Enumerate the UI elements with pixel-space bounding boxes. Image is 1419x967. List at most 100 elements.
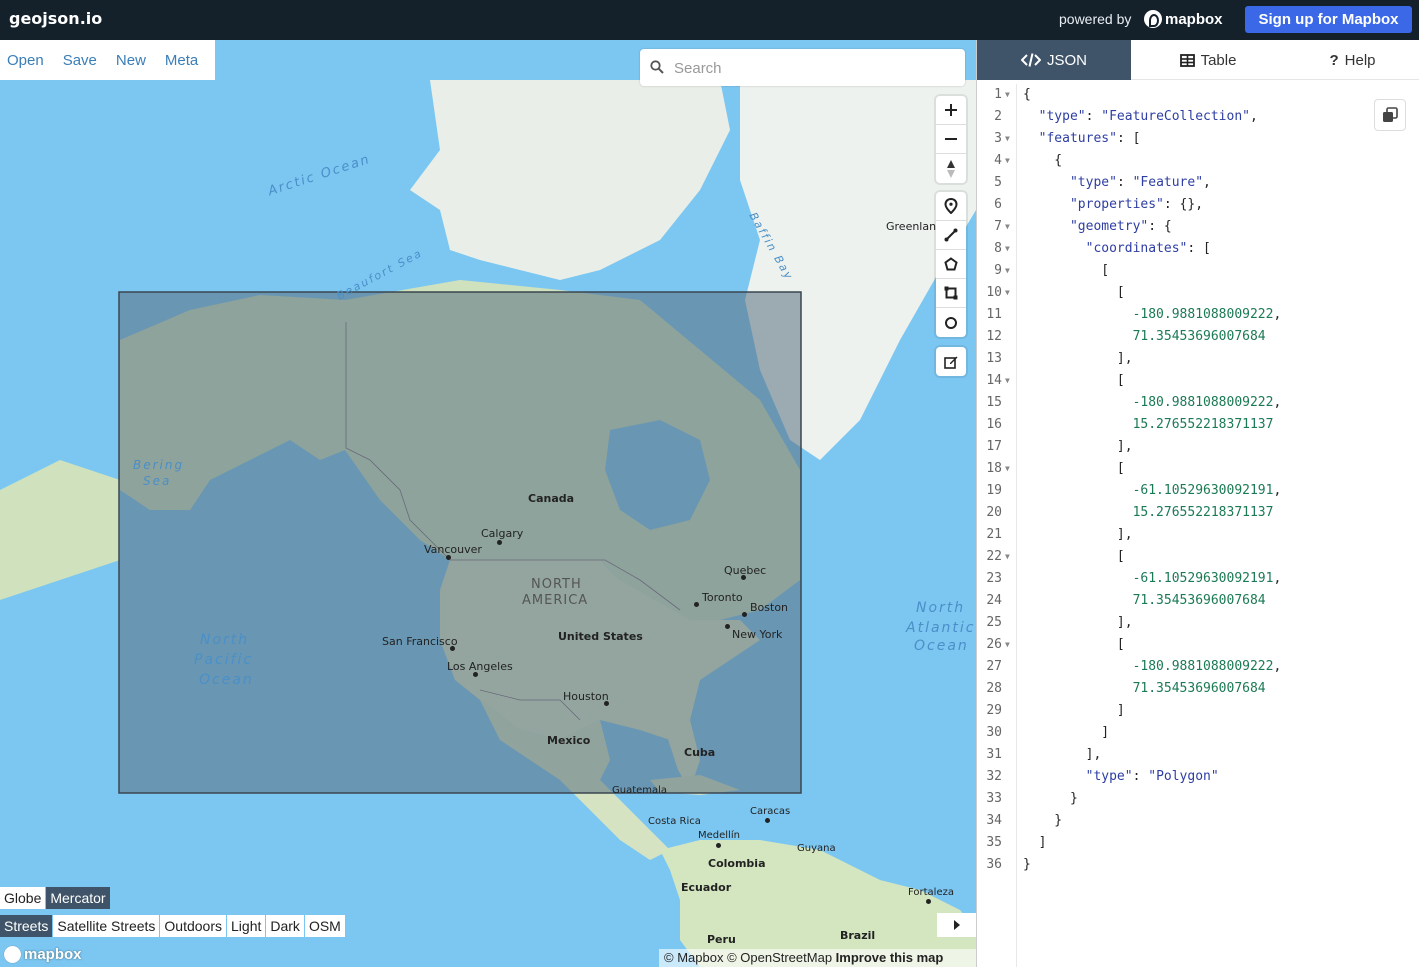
style-outdoors[interactable]: Outdoors: [160, 915, 227, 937]
style-satellite-streets[interactable]: Satellite Streets: [53, 915, 160, 937]
code-line[interactable]: 3 ▼ "features": [: [977, 128, 1419, 150]
menu-meta[interactable]: Meta: [165, 52, 198, 69]
menu-save[interactable]: Save: [63, 52, 97, 69]
code-line[interactable]: 26 ▼ [: [977, 634, 1419, 656]
dot-vancouver: [446, 555, 451, 560]
projection-globe[interactable]: Globe: [0, 887, 46, 909]
app-logo[interactable]: geojson.io: [9, 9, 102, 28]
fold-arrow-icon[interactable]: ▼: [1005, 282, 1010, 304]
code-text: }: [1023, 791, 1078, 806]
style-dark[interactable]: Dark: [266, 915, 304, 937]
code-line[interactable]: 23 -61.10529630092191,: [977, 568, 1419, 590]
code-text: "type": "Polygon": [1085, 769, 1219, 784]
fold-arrow-icon[interactable]: ▼: [1005, 546, 1010, 568]
collapse-panel-button[interactable]: [937, 913, 976, 937]
code-line[interactable]: 36}: [977, 854, 1419, 876]
code-line[interactable]: 33 }: [977, 788, 1419, 810]
code-line[interactable]: 12 71.35453696007684: [977, 326, 1419, 348]
code-line[interactable]: 27 -180.9881088009222,: [977, 656, 1419, 678]
attribution-mapbox[interactable]: © Mapbox: [664, 950, 723, 965]
code-line[interactable]: 21 ],: [977, 524, 1419, 546]
style-light[interactable]: Light: [227, 915, 266, 937]
code-line[interactable]: 15 -180.9881088009222,: [977, 392, 1419, 414]
fold-arrow-icon[interactable]: ▼: [1005, 634, 1010, 656]
code-line[interactable]: 35 ]: [977, 832, 1419, 854]
draw-marker-button[interactable]: [936, 192, 966, 221]
code-line[interactable]: 6 "properties": {},: [977, 194, 1419, 216]
code-text: -180.9881088009222,: [1132, 307, 1282, 322]
code-line[interactable]: 32 "type": "Polygon": [977, 766, 1419, 788]
dot-caracas: [765, 818, 770, 823]
tab-help[interactable]: ? Help: [1285, 40, 1419, 80]
line-number: 30: [986, 725, 1002, 740]
mapbox-brand-link[interactable]: mapbox: [1144, 10, 1223, 28]
code-line[interactable]: 31 ],: [977, 744, 1419, 766]
code-line[interactable]: 28 71.35453696007684: [977, 678, 1419, 700]
code-line[interactable]: 14 ▼ [: [977, 370, 1419, 392]
line-icon: [944, 228, 958, 242]
code-line[interactable]: 4 ▼ {: [977, 150, 1419, 172]
compass-button[interactable]: [936, 154, 966, 183]
code-text: "features": [: [1038, 131, 1141, 146]
code-text: [: [1023, 637, 1125, 652]
code-line[interactable]: 30 ]: [977, 722, 1419, 744]
fold-arrow-icon[interactable]: ▼: [1005, 370, 1010, 392]
code-line[interactable]: 25 ],: [977, 612, 1419, 634]
code-line[interactable]: 24 71.35453696007684: [977, 590, 1419, 612]
fold-arrow-icon[interactable]: ▼: [1005, 260, 1010, 282]
code-line[interactable]: 9 ▼ [: [977, 260, 1419, 282]
zoom-in-button[interactable]: [936, 96, 966, 125]
code-line[interactable]: 10 ▼ [: [977, 282, 1419, 304]
file-menu: Open Save New Meta: [0, 40, 215, 80]
draw-polygon-button[interactable]: [936, 250, 966, 279]
line-number: 6: [994, 197, 1002, 212]
tab-table[interactable]: Table: [1131, 40, 1285, 80]
fold-arrow-icon[interactable]: ▼: [1005, 128, 1010, 150]
fold-arrow-icon[interactable]: ▼: [1005, 216, 1010, 238]
code-line[interactable]: 5 "type": "Feature",: [977, 172, 1419, 194]
code-line[interactable]: 22 ▼ [: [977, 546, 1419, 568]
code-line[interactable]: 13 ],: [977, 348, 1419, 370]
mapbox-map-logo[interactable]: mapbox: [4, 946, 82, 963]
draw-rectangle-button[interactable]: [936, 279, 966, 308]
style-osm[interactable]: OSM: [304, 915, 345, 937]
code-line[interactable]: 19 -61.10529630092191,: [977, 480, 1419, 502]
zoom-out-button[interactable]: [936, 125, 966, 154]
draw-circle-button[interactable]: [936, 308, 966, 337]
copy-button[interactable]: [1374, 99, 1406, 131]
code-line[interactable]: 20 15.276552218371137: [977, 502, 1419, 524]
projection-mercator[interactable]: Mercator: [46, 887, 110, 909]
code-line[interactable]: 17 ],: [977, 436, 1419, 458]
code-line[interactable]: 18 ▼ [: [977, 458, 1419, 480]
code-text: ]: [1023, 725, 1110, 740]
code-line[interactable]: 2 "type": "FeatureCollection",: [977, 106, 1419, 128]
draw-line-button[interactable]: [936, 221, 966, 250]
attribution-improve[interactable]: Improve this map: [836, 950, 944, 965]
code-line[interactable]: 11 -180.9881088009222,: [977, 304, 1419, 326]
style-streets[interactable]: Streets: [0, 915, 53, 937]
code-line[interactable]: 1 ▼ {: [977, 84, 1419, 106]
attribution-osm[interactable]: © OpenStreetMap: [727, 950, 832, 965]
code-line[interactable]: 16 15.276552218371137: [977, 414, 1419, 436]
fold-arrow-icon[interactable]: ▼: [1005, 458, 1010, 480]
caret-right-icon: [953, 920, 960, 930]
search-input[interactable]: [674, 57, 954, 79]
tab-help-label: Help: [1344, 51, 1376, 69]
signup-button[interactable]: Sign up for Mapbox: [1245, 6, 1412, 33]
json-editor[interactable]: 1 ▼{2 "type": "FeatureCollection", 3 ▼ "fea…: [977, 84, 1419, 967]
code-line[interactable]: 29 ]: [977, 700, 1419, 722]
edit-geometry-button[interactable]: [936, 347, 966, 376]
map-canvas[interactable]: Arctic Ocean Beaufort Sea Baffin Bay Gre…: [0, 40, 976, 967]
fold-arrow-icon[interactable]: ▼: [1005, 150, 1010, 172]
menu-open[interactable]: Open: [7, 52, 44, 69]
fold-arrow-icon[interactable]: ▼: [1005, 84, 1010, 106]
menu-new[interactable]: New: [116, 52, 146, 69]
code-line[interactable]: 7 ▼ "geometry": {: [977, 216, 1419, 238]
code-line[interactable]: 34 }: [977, 810, 1419, 832]
line-number: 31: [986, 747, 1002, 762]
code-line[interactable]: 8 ▼ "coordinates": [: [977, 238, 1419, 260]
line-number: 32: [986, 769, 1002, 784]
fold-arrow-icon[interactable]: ▼: [1005, 238, 1010, 260]
zoom-controls: [936, 96, 966, 183]
tab-json[interactable]: JSON: [977, 40, 1131, 80]
